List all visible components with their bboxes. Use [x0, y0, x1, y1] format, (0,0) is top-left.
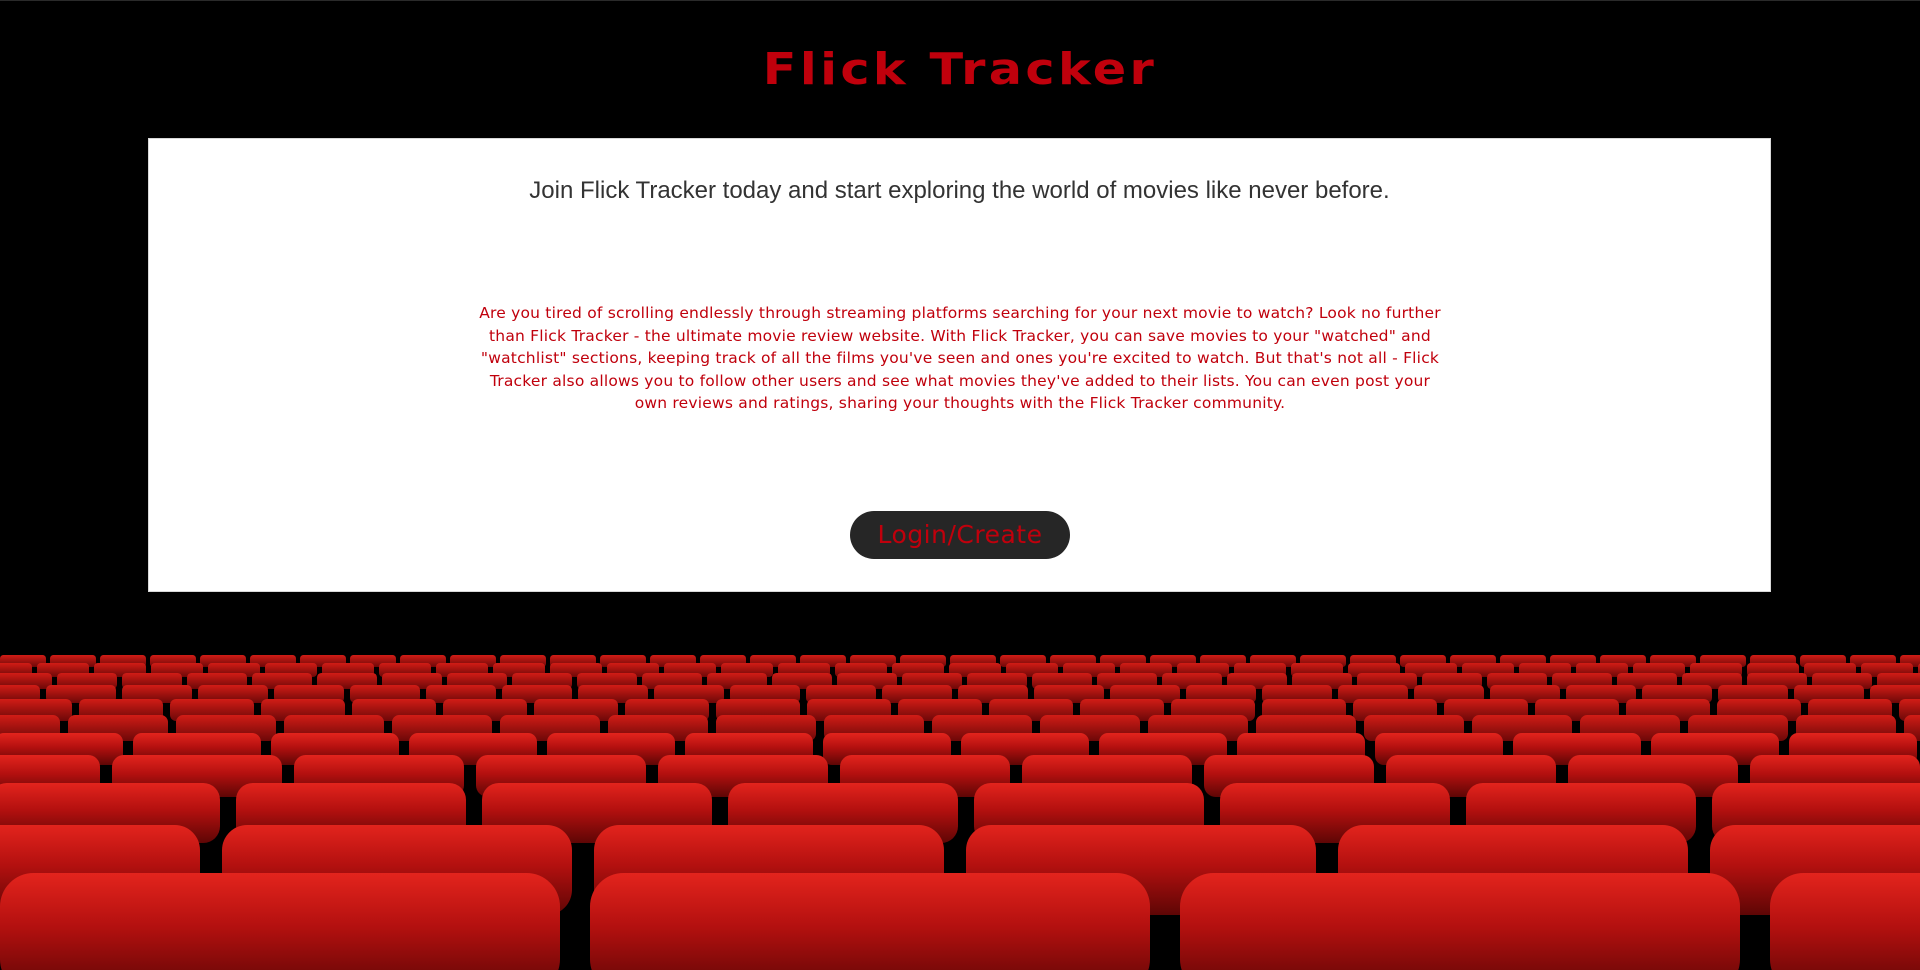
theater-seat [590, 873, 1150, 970]
site-description: Are you tired of scrolling endlessly thr… [479, 304, 1441, 412]
theater-seat [0, 873, 560, 970]
theater-seat [1180, 873, 1740, 970]
theater-seats-image [0, 655, 1920, 970]
site-title: Flick Tracker [762, 44, 1158, 95]
login-create-button[interactable]: Login/Create [850, 511, 1070, 559]
theater-seat [1770, 873, 1920, 970]
top-divider [0, 0, 1920, 1]
hero-panel: Join Flick Tracker today and start explo… [148, 138, 1771, 592]
tagline: Join Flick Tracker today and start explo… [529, 177, 1390, 204]
